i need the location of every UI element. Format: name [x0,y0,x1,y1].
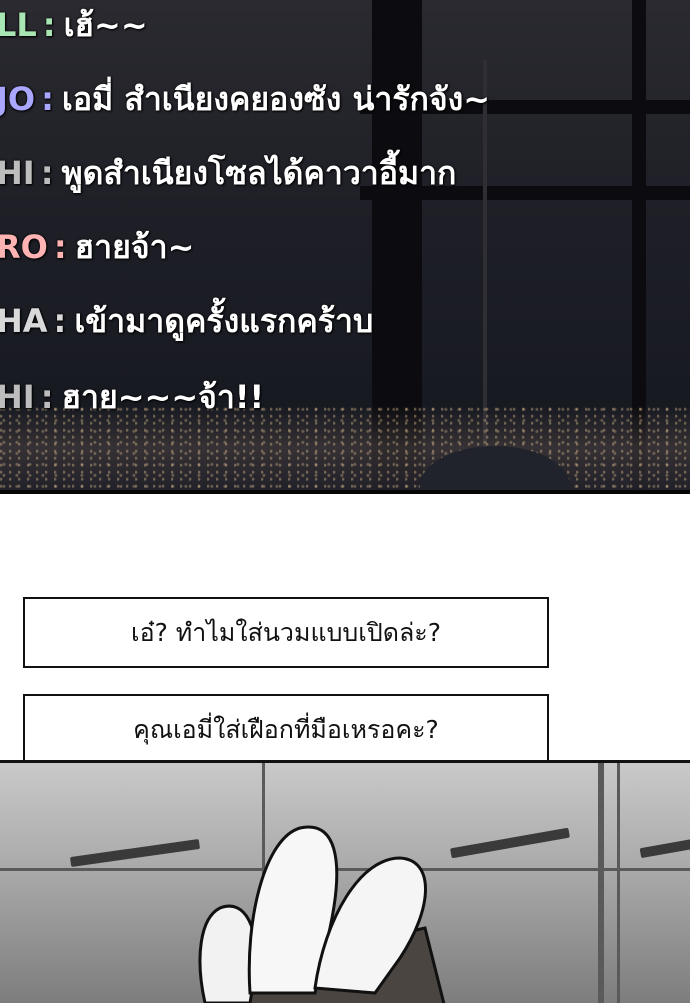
chat-message: LL: เฮ้~~ [0,0,148,50]
chat-text: พูดสำเนียงโซลได้คาวาอี้มาก [61,154,457,192]
chat-separator: : [40,378,54,416]
window-frame [617,763,620,1003]
chat-message: JO: เอมี่ สำเนียงคยองซัง น่ารักจัง~ [0,74,490,124]
chat-separator: : [53,228,67,266]
chat-text: เอมี่ สำเนียงคยองซัง น่ารักจัง~ [61,80,491,118]
bandaged-hand [198,825,446,1003]
chat-message: RO: ฮายจ้า~ [0,222,194,272]
chat-text: เข้ามาดูครั้งแรกคร้าบ [74,302,374,340]
night-window-panel: LL: เฮ้~~ JO: เอมี่ สำเนียงคยองซัง น่ารักจ… [0,0,690,494]
room-panel [0,760,690,1003]
chat-username: HA [0,302,48,340]
chat-separator: : [40,154,54,192]
finger [198,904,258,1003]
chat-message: HI: พูดสำเนียงโซลได้คาวาอี้มาก [0,148,456,198]
chat-text: เฮ้~~ [63,6,148,44]
chat-message: HI: ฮาย~~~จ้า!! [0,372,264,422]
wall-bracket [639,837,690,859]
window-frame [598,763,604,1003]
chat-separator: : [42,6,56,44]
dialogue-text: คุณเอมี่ใส่เฝือกที่มือเหรอคะ? [133,714,439,744]
chat-text: ฮาย~~~จ้า!! [61,378,265,416]
dialogue-box: คุณเอมี่ใส่เฝือกที่มือเหรอคะ? [23,694,549,765]
chat-separator: : [41,80,54,118]
dialogue-box: เอ๋? ทำไมใส่นวมแบบเปิดล่ะ? [23,597,549,668]
chat-username: HI [0,154,35,192]
chat-separator: : [53,302,67,340]
chat-username: LL [0,6,37,44]
panel-border [0,490,690,494]
chat-text: ฮายจ้า~ [74,228,195,266]
dialogue-text: เอ๋? ทำไมใส่นวมแบบเปิดล่ะ? [131,617,441,647]
chat-username: JO [0,80,36,118]
chat-message: HA: เข้ามาดูครั้งแรกคร้าบ [0,296,373,346]
chat-username: RO [0,228,48,266]
chat-username: HI [0,378,35,416]
